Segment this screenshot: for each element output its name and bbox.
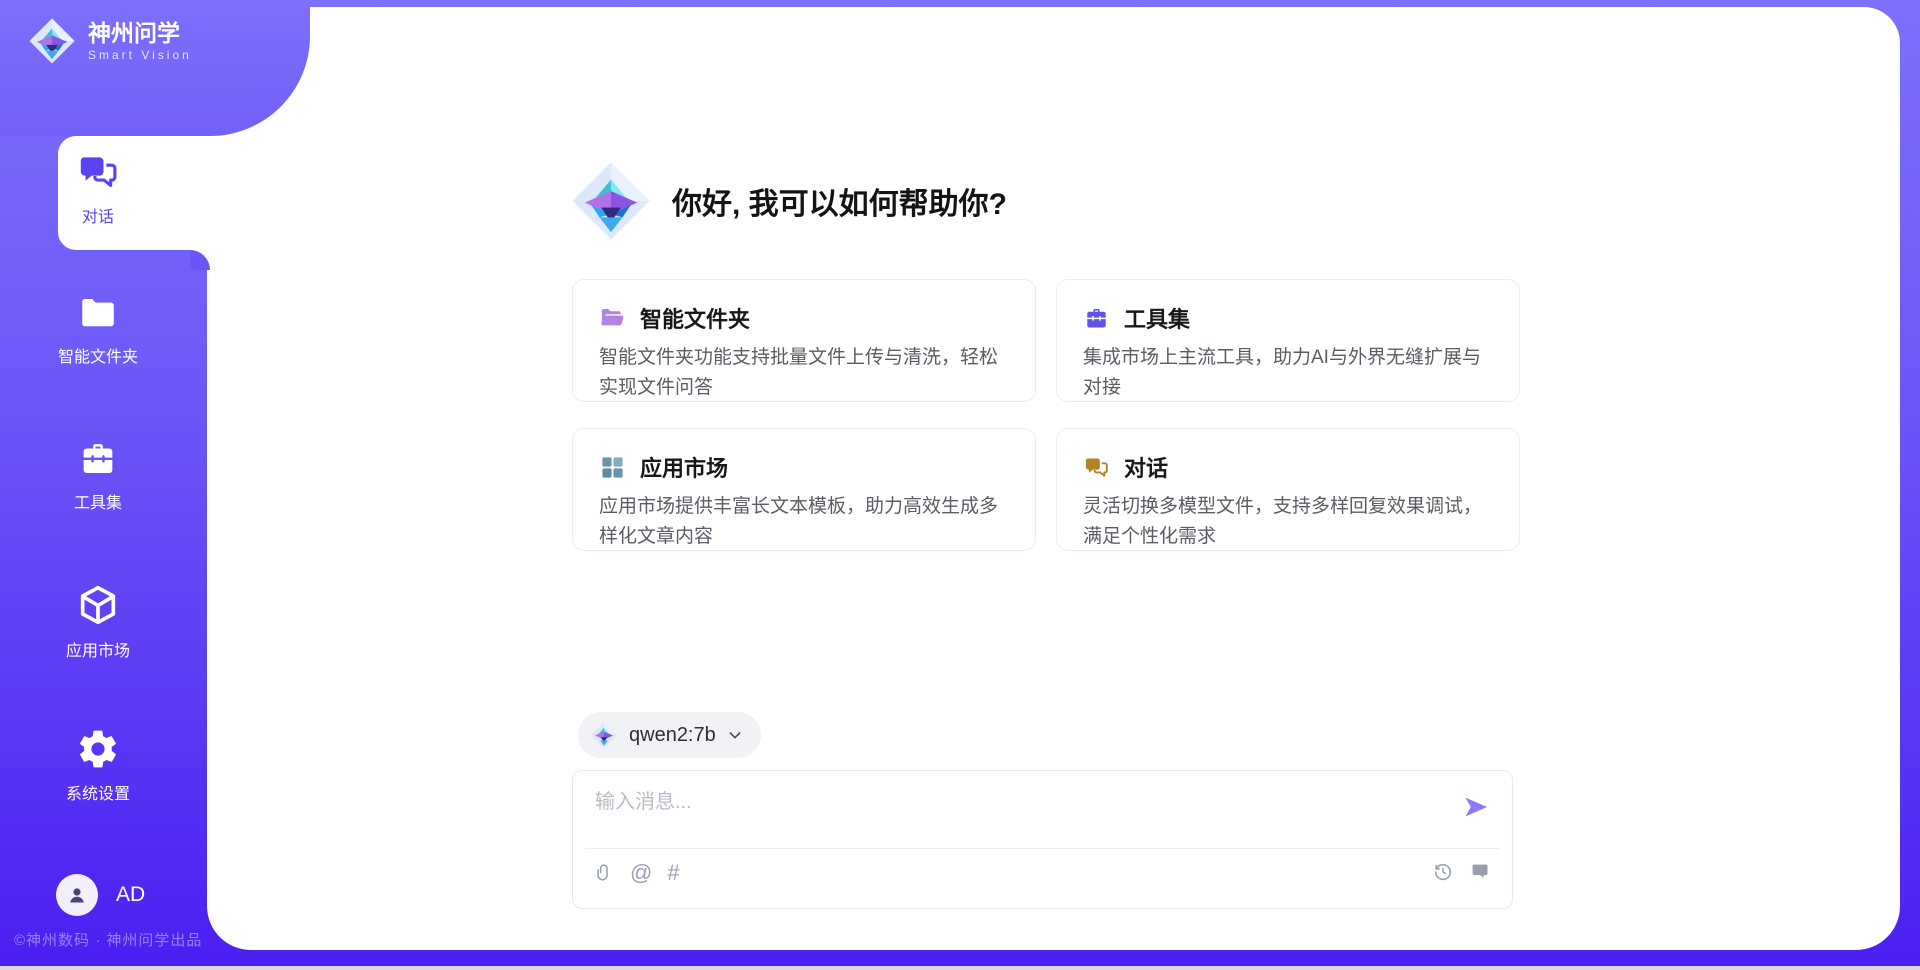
cube-icon — [75, 582, 121, 628]
sidebar-item-label: 对话 — [82, 203, 114, 227]
sidebar-item-label: 工具集 — [74, 489, 122, 513]
sidebar-item-app-market[interactable]: 应用市场 — [0, 582, 196, 661]
sidebar-item-chat[interactable]: 对话 — [0, 150, 196, 227]
app-root: 神州问学 Smart Vision 对话 智能文件夹 — [0, 0, 1920, 970]
brand-subtitle: Smart Vision — [88, 48, 192, 62]
folder-open-icon — [599, 305, 626, 332]
apps-grid-icon — [599, 454, 626, 481]
sidebar-item-settings[interactable]: 系统设置 — [0, 727, 196, 804]
card-description: 灵活切换多模型文件，支持多样回复效果调试，满足个性化需求 — [1083, 492, 1493, 552]
user-name: AD — [116, 883, 145, 907]
card-description: 应用市场提供丰富长文本模板，助力高效生成多样化文章内容 — [599, 492, 1009, 552]
chat-bubble-icon[interactable] — [1470, 861, 1492, 883]
history-icon[interactable] — [1432, 861, 1454, 883]
card-title: 应用市场 — [640, 451, 728, 483]
card-description: 智能文件夹功能支持批量文件上传与清洗，轻松实现文件问答 — [599, 343, 1009, 403]
toolbox-icon — [77, 438, 119, 480]
sidebar-item-toolset[interactable]: 工具集 — [0, 438, 196, 513]
message-composer: @ # — [572, 770, 1513, 909]
send-icon[interactable] — [1462, 793, 1490, 821]
chevron-down-icon — [727, 727, 743, 743]
brand: 神州问学 Smart Vision — [28, 17, 192, 65]
sidebar-item-label: 智能文件夹 — [58, 343, 138, 367]
model-name: qwen2:7b — [629, 724, 716, 747]
window-bottom-edge — [0, 966, 1920, 970]
hash-icon[interactable]: # — [667, 861, 679, 885]
sidebar-item-label: 系统设置 — [66, 780, 130, 804]
sidebar-item-label: 应用市场 — [66, 637, 130, 661]
model-selector[interactable]: qwen2:7b — [578, 712, 761, 758]
diamond-logo-icon — [28, 17, 76, 65]
sidebar-footer-credit: ©神州数码 · 神州问学出品 — [14, 929, 202, 950]
avatar — [56, 874, 98, 916]
welcome-greeting: 你好, 我可以如何帮助你? — [672, 179, 1007, 223]
message-input[interactable] — [593, 785, 1437, 819]
card-title: 智能文件夹 — [640, 302, 750, 334]
chat-bubbles-icon — [76, 150, 120, 194]
card-app-market[interactable]: 应用市场 应用市场提供丰富长文本模板，助力高效生成多样化文章内容 — [572, 428, 1036, 551]
at-icon[interactable]: @ — [630, 861, 652, 885]
gear-icon — [76, 727, 120, 771]
card-title: 工具集 — [1124, 302, 1190, 334]
diamond-logo-icon — [570, 160, 652, 242]
welcome-header: 你好, 我可以如何帮助你? — [570, 160, 1007, 242]
toolbox-icon — [1083, 305, 1110, 332]
user-profile[interactable]: AD — [56, 874, 145, 916]
composer-divider — [585, 848, 1500, 849]
card-description: 集成市场上主流工具，助力AI与外界无缝扩展与对接 — [1083, 343, 1493, 403]
sidebar-item-smart-folder[interactable]: 智能文件夹 — [0, 292, 196, 367]
card-chat[interactable]: 对话 灵活切换多模型文件，支持多样回复效果调试，满足个性化需求 — [1056, 428, 1520, 551]
card-toolset[interactable]: 工具集 集成市场上主流工具，助力AI与外界无缝扩展与对接 — [1056, 279, 1520, 402]
person-icon — [65, 883, 89, 907]
chat-bubbles-icon — [1083, 454, 1110, 481]
diamond-logo-icon — [590, 721, 618, 749]
feature-cards: 智能文件夹 智能文件夹功能支持批量文件上传与清洗，轻松实现文件问答 工具集 集成… — [572, 279, 1520, 551]
folder-icon — [77, 292, 119, 334]
paperclip-icon[interactable] — [593, 861, 615, 885]
card-smart-folder[interactable]: 智能文件夹 智能文件夹功能支持批量文件上传与清洗，轻松实现文件问答 — [572, 279, 1036, 402]
card-title: 对话 — [1124, 451, 1168, 483]
brand-name: 神州问学 — [88, 20, 192, 46]
